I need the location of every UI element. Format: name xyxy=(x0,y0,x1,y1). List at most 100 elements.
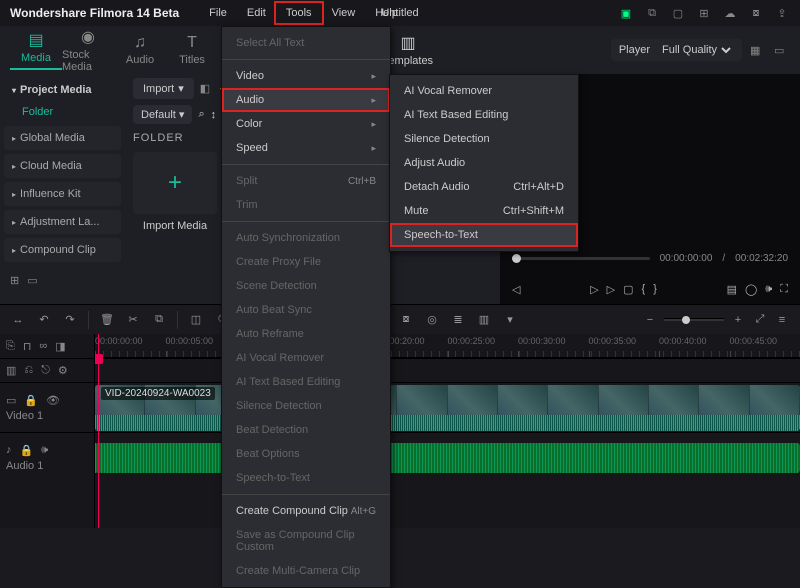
playhead[interactable] xyxy=(98,334,99,528)
video-clip[interactable]: VID-20240924-WA0023 xyxy=(95,385,800,431)
layers-icon[interactable]: ≣ xyxy=(450,313,466,326)
timeline-ruler[interactable]: 00:00:00:00 00:00:05:00 00:00:10:00 00:0… xyxy=(95,334,800,358)
pin-icon[interactable]: ◨ xyxy=(55,340,65,353)
zoom-out-icon[interactable]: − xyxy=(642,314,658,326)
menu-edit[interactable]: Edit xyxy=(237,3,276,23)
volume-icon[interactable]: 🕪 xyxy=(765,283,772,296)
play-range-icon[interactable]: ▷ xyxy=(607,283,615,296)
lock-icon[interactable]: ⎌ xyxy=(24,364,33,377)
tool-arrow-icon[interactable]: ↔ xyxy=(10,314,26,326)
audio-clip[interactable] xyxy=(95,443,800,473)
play-icon[interactable]: ▷ xyxy=(590,283,598,296)
audio-icon: ♫ xyxy=(134,34,146,52)
tab-titles[interactable]: TTitles xyxy=(166,34,218,66)
sidebar-compound-clip[interactable]: Compound Clip xyxy=(4,238,121,262)
cloud-icon[interactable]: ☁ xyxy=(722,7,738,20)
tab-media[interactable]: ▤Media xyxy=(10,30,62,70)
tab-stock[interactable]: ◉Stock Media xyxy=(62,27,114,73)
clip-icon[interactable]: ▥ xyxy=(6,364,16,377)
redo-icon[interactable]: ↷ xyxy=(62,313,78,326)
speaker-icon[interactable]: 🕪 xyxy=(41,444,48,457)
preview-progress[interactable]: 00:00:00:00 / 00:02:32:20 xyxy=(512,253,788,264)
link-icon[interactable]: ⎘ xyxy=(6,340,15,353)
gear-icon[interactable]: ⚙ xyxy=(58,364,68,377)
target-icon[interactable]: ◎ xyxy=(424,313,440,326)
sidebar-project-media[interactable]: Project Media xyxy=(4,78,121,102)
snapshot-icon[interactable]: ▤ xyxy=(727,283,737,296)
preview-controls: ◁ ▷ ▷ ▢ { } ▤ ◯ 🕪 ⛶ xyxy=(500,283,800,296)
audio-track-label: Audio 1 xyxy=(6,460,88,472)
fullscreen-icon[interactable]: ⛶ xyxy=(780,283,788,296)
lock-icon[interactable]: 🔒 xyxy=(24,394,38,407)
record-icon[interactable]: ▢ xyxy=(623,283,633,296)
audio-track[interactable] xyxy=(95,432,800,482)
lock-icon[interactable]: 🔒 xyxy=(20,444,34,457)
sidebar-folder[interactable]: Folder xyxy=(4,102,121,122)
mark-left-icon[interactable]: { xyxy=(642,283,646,296)
library-icon[interactable]: ⊞ xyxy=(696,7,712,20)
new-folder-icon[interactable]: ⊞ xyxy=(10,274,19,287)
headphone-icon[interactable]: ⧇ xyxy=(398,313,414,326)
trash-icon[interactable]: 🗑 xyxy=(99,313,115,326)
new-bin-icon[interactable]: ▭ xyxy=(27,274,37,287)
sm-detach[interactable]: Detach AudioCtrl+Alt+D xyxy=(390,175,578,199)
sidebar-influence-kit[interactable]: Influence Kit xyxy=(4,182,121,206)
marker-icon[interactable]: ▾ xyxy=(502,313,518,326)
crop-icon[interactable]: ◫ xyxy=(188,313,204,326)
player-quality-select[interactable]: Full Quality xyxy=(658,43,734,57)
dd-compound[interactable]: Create Compound ClipAlt+G xyxy=(222,499,390,523)
video-track-header[interactable]: ▭🔒👁 Video 1 xyxy=(0,382,94,432)
video-track[interactable]: VID-20240924-WA0023 xyxy=(95,382,800,432)
dd-speed[interactable]: Speed xyxy=(222,136,390,160)
audio-track-header[interactable]: ♪🔒🕪 Audio 1 xyxy=(0,432,94,482)
timeline-body[interactable]: 00:00:00:00 00:00:05:00 00:00:10:00 00:0… xyxy=(95,334,800,528)
sm-vocal[interactable]: AI Vocal Remover xyxy=(390,79,578,103)
grid-view-icon[interactable]: ▦ xyxy=(750,44,766,57)
menu-view[interactable]: View xyxy=(322,3,366,23)
link2-icon[interactable]: ∞ xyxy=(39,340,47,352)
zoom-fit-icon[interactable]: ⤢ xyxy=(752,313,768,326)
undo-icon[interactable]: ↶ xyxy=(36,313,52,326)
magnet-icon[interactable]: ⊓ xyxy=(23,340,32,353)
lock2-icon[interactable]: ⎋ xyxy=(41,364,50,377)
headset-icon[interactable]: ⧇ xyxy=(748,7,764,20)
search-icon[interactable]: ⌕ xyxy=(198,108,204,121)
cut-icon[interactable]: ✂ xyxy=(125,313,141,326)
spacer-track xyxy=(95,358,800,382)
sm-stt[interactable]: Speech-to-Text xyxy=(390,223,578,247)
import-media-box[interactable]: + xyxy=(133,152,217,214)
sm-tbe[interactable]: AI Text Based Editing xyxy=(390,103,578,127)
list-icon[interactable]: ≡ xyxy=(774,314,790,326)
sm-silence[interactable]: Silence Detection xyxy=(390,127,578,151)
export-icon[interactable]: ⇪ xyxy=(774,7,790,20)
screen-icon[interactable]: ⧉ xyxy=(644,7,660,20)
sort-select[interactable]: Default ▾ xyxy=(133,105,192,124)
import-button[interactable]: Import▾ xyxy=(133,78,194,99)
preview-seekbar[interactable] xyxy=(512,257,650,260)
stop-icon[interactable]: ◁ xyxy=(512,283,520,296)
copy-icon[interactable]: ⧉ xyxy=(151,313,167,326)
record-screen-icon[interactable]: ◧ xyxy=(200,82,210,95)
menu-file[interactable]: File xyxy=(199,3,237,23)
sidebar-cloud-media[interactable]: Cloud Media xyxy=(4,154,121,178)
gift-icon[interactable]: ▣ xyxy=(618,7,634,20)
zoom-in-icon[interactable]: + xyxy=(730,314,746,326)
sidebar-adjustment-layer[interactable]: Adjustment La... xyxy=(4,210,121,234)
tab-audio[interactable]: ♫Audio xyxy=(114,34,166,66)
record-icon[interactable]: ▢ xyxy=(670,7,686,20)
menu-tools[interactable]: Tools xyxy=(276,3,322,23)
dd-audio[interactable]: Audio xyxy=(222,88,390,112)
mark-right-icon[interactable]: } xyxy=(653,283,657,296)
stack-icon[interactable]: ▥ xyxy=(476,313,492,326)
dd-video[interactable]: Video xyxy=(222,64,390,88)
sm-adjust[interactable]: Adjust Audio xyxy=(390,151,578,175)
ruler-mark: 00:00:25:00 xyxy=(448,334,519,357)
eye-icon[interactable]: 👁 xyxy=(46,394,60,407)
zoom-slider[interactable] xyxy=(664,318,724,321)
sidebar-global-media[interactable]: Global Media xyxy=(4,126,121,150)
sm-mute[interactable]: MuteCtrl+Shift+M xyxy=(390,199,578,223)
sort-icon[interactable]: ↕ xyxy=(211,109,217,121)
camera-icon[interactable]: ◯ xyxy=(745,283,757,296)
picture-icon[interactable]: ▭ xyxy=(774,44,790,57)
dd-color[interactable]: Color xyxy=(222,112,390,136)
